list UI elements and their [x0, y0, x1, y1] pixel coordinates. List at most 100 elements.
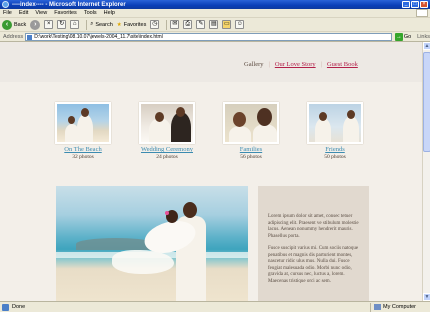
gallery-count: 50 photos: [324, 154, 346, 160]
intro-text-panel: Lorem ipsum dolor sit amet, consec tetue…: [258, 186, 369, 301]
nav-divider: |: [320, 61, 322, 68]
gallery-count: 56 photos: [240, 154, 262, 160]
dress-train: [112, 250, 174, 274]
messenger-icon[interactable]: ☺: [235, 20, 245, 29]
ie-icon: [2, 1, 9, 8]
menu-bar: File Edit View Favorites Tools Help: [0, 9, 430, 18]
gallery-title[interactable]: On The Beach: [64, 146, 101, 153]
site-nav: Gallery | Our Love Story | Guest Book: [244, 61, 358, 68]
search-icon: ⌕: [90, 21, 94, 27]
ceremony-thumbnail[interactable]: [139, 102, 195, 144]
groom-figure: [77, 114, 93, 142]
menu-edit[interactable]: Edit: [19, 10, 28, 16]
gallery-title[interactable]: Wedding Ceremony: [141, 146, 193, 153]
nav-gallery[interactable]: Gallery: [244, 61, 264, 68]
intro-paragraph-1: Lorem ipsum dolor sit amet, consec tetue…: [268, 214, 359, 239]
go-label: Go: [403, 33, 412, 40]
header-band: [0, 42, 422, 82]
gallery-count: 32 photos: [72, 154, 94, 160]
man-head: [257, 108, 272, 126]
scroll-down-icon[interactable]: ▼: [423, 293, 430, 301]
scroll-up-icon[interactable]: ▲: [423, 42, 430, 50]
title-bar: ----index---- - Microsoft Internet Explo…: [0, 0, 430, 9]
window-controls: _ □ ×: [402, 1, 428, 8]
back-button[interactable]: ‹ Back: [2, 19, 27, 30]
groom-head: [183, 202, 197, 218]
back-label: Back: [14, 21, 27, 28]
groom-head: [176, 107, 185, 117]
gallery-row: On The Beach 32 photos Wedding Ceremony …: [54, 102, 364, 160]
back-arrow-icon: ‹: [2, 19, 12, 30]
favorites-label: Favorites: [123, 21, 147, 28]
toolbar-separator: [86, 19, 88, 30]
bride-figure: [65, 124, 79, 142]
page-done-icon: [2, 303, 9, 311]
groom-head: [81, 108, 89, 117]
security-zone: My Computer: [370, 302, 430, 312]
friend-figure: [315, 118, 331, 142]
nav-guest-book[interactable]: Guest Book: [327, 61, 358, 68]
forward-arrow-icon: ›: [30, 19, 41, 30]
friend-head: [319, 112, 327, 121]
gallery-item-ceremony[interactable]: Wedding Ceremony 24 photos: [138, 102, 196, 160]
gallery-count: 24 photos: [156, 154, 178, 160]
bride-head: [155, 112, 164, 122]
featured-beach-photo: [56, 186, 248, 301]
favorites-button[interactable]: ★ Favorites: [117, 22, 147, 28]
star-icon: ★: [116, 21, 122, 28]
menu-view[interactable]: View: [35, 10, 47, 16]
beach-thumbnail[interactable]: [55, 102, 111, 144]
folder-icon[interactable]: ▭: [222, 20, 232, 29]
refresh-icon[interactable]: ↻: [57, 20, 67, 29]
toolbar: ‹ Back › × ↻ ⌂ ⌕ Search ★ Favorites ◷ ✉ …: [0, 18, 430, 32]
menu-help[interactable]: Help: [104, 10, 115, 16]
friend-figure: [343, 116, 359, 142]
vertical-scrollbar[interactable]: ▲ ▼: [422, 42, 430, 301]
page-icon: [27, 34, 33, 40]
families-thumbnail[interactable]: [223, 102, 279, 144]
menu-file[interactable]: File: [3, 10, 12, 16]
discuss-icon[interactable]: ▤: [209, 20, 219, 29]
search-label: Search: [95, 21, 113, 28]
windows-logo-icon: [416, 9, 428, 17]
bride-head: [68, 116, 75, 124]
woman-head: [233, 112, 246, 127]
gallery-title[interactable]: Families: [240, 146, 262, 153]
gallery-item-beach[interactable]: On The Beach 32 photos: [54, 102, 112, 160]
toolbar-separator: [166, 19, 168, 30]
nav-love-story[interactable]: Our Love Story: [275, 61, 316, 68]
print-icon[interactable]: ⎙: [183, 20, 193, 29]
gallery-title[interactable]: Friends: [325, 146, 345, 153]
forward-button[interactable]: ›: [30, 19, 41, 30]
address-bar: Address D:\work\Testing\08.10.07\jewels-…: [0, 32, 430, 42]
menu-tools[interactable]: Tools: [84, 10, 97, 16]
maximize-button[interactable]: □: [411, 1, 419, 8]
stop-icon[interactable]: ×: [44, 20, 54, 29]
close-button[interactable]: ×: [420, 1, 428, 8]
status-bar: Done My Computer: [0, 301, 430, 312]
go-arrow-icon: →: [394, 32, 403, 41]
gallery-item-families[interactable]: Families 56 photos: [222, 102, 280, 160]
woman-figure: [229, 126, 251, 142]
nav-divider: |: [268, 61, 270, 68]
history-icon[interactable]: ◷: [150, 20, 160, 29]
minimize-button[interactable]: _: [402, 1, 410, 8]
edit-icon[interactable]: ✎: [196, 20, 206, 29]
zone-label: My Computer: [383, 304, 417, 310]
mail-icon[interactable]: ✉: [170, 20, 180, 29]
menu-favorites[interactable]: Favorites: [54, 10, 77, 16]
friend-head: [347, 110, 355, 119]
gallery-item-friends[interactable]: Friends 50 photos: [306, 102, 364, 160]
intro-paragraph-2: Fusce suscipit varius mi. Cum sociis nat…: [268, 246, 359, 284]
status-text: Done: [12, 304, 26, 310]
address-input[interactable]: D:\work\Testing\08.10.07\jewels-2004_11.…: [25, 32, 392, 41]
scroll-thumb[interactable]: [423, 52, 430, 152]
go-button[interactable]: → Go: [394, 32, 412, 41]
computer-icon: [374, 304, 381, 310]
search-button[interactable]: ⌕ Search: [90, 21, 113, 28]
home-icon[interactable]: ⌂: [70, 20, 80, 29]
address-value: D:\work\Testing\08.10.07\jewels-2004_11.…: [34, 33, 163, 40]
links-button[interactable]: Links: [417, 34, 430, 40]
address-label: Address: [3, 33, 24, 40]
friends-thumbnail[interactable]: [307, 102, 363, 144]
